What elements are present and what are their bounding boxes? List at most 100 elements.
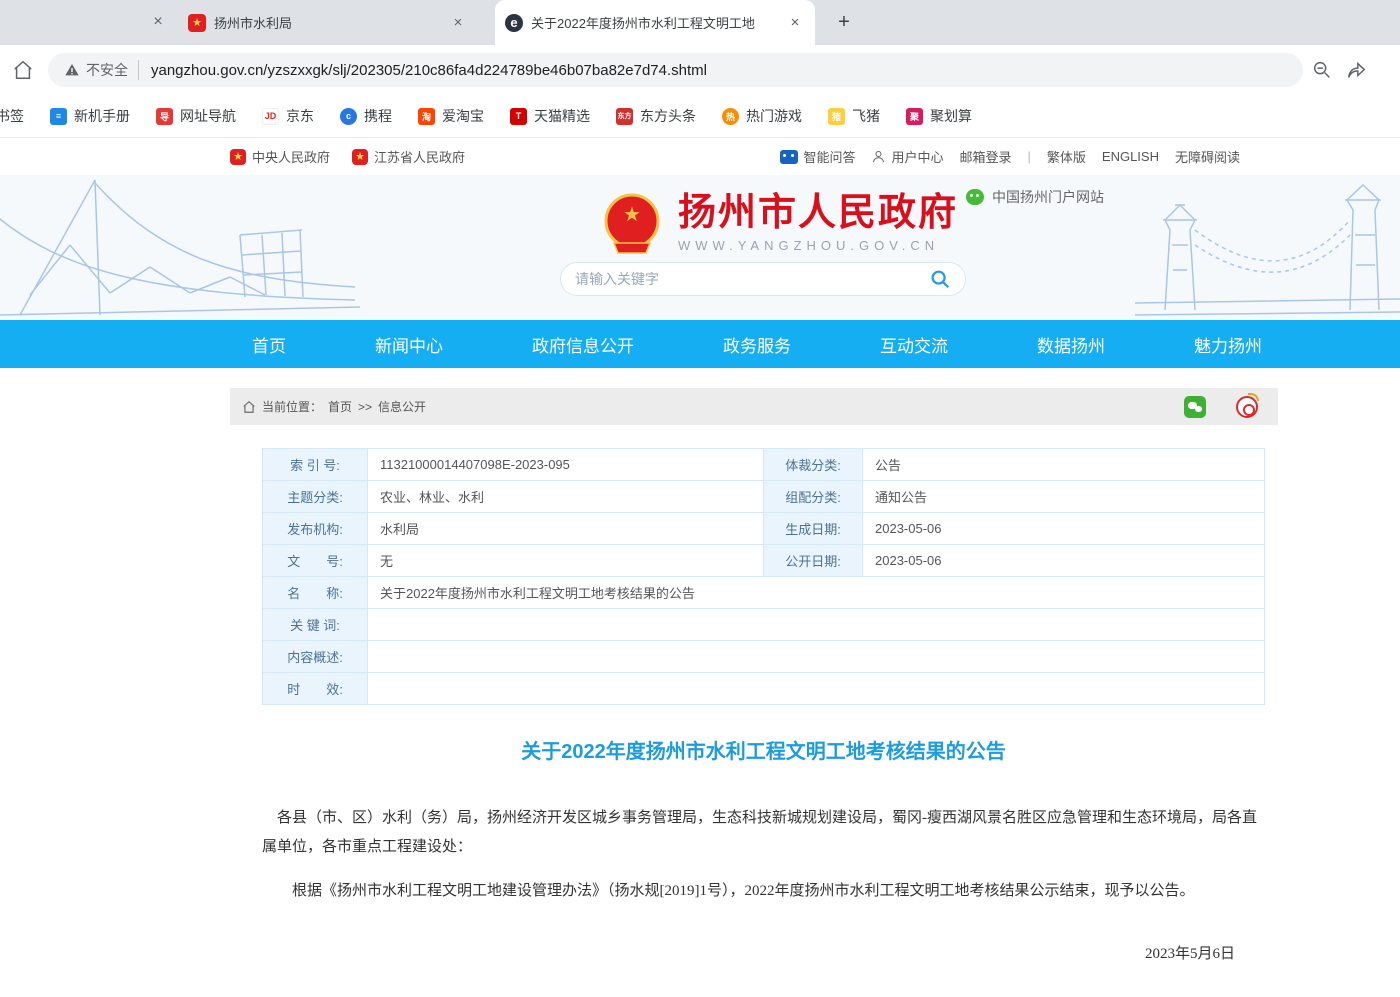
- tab-water-bureau[interactable]: ★ 扬州市水利局 ×: [178, 0, 478, 45]
- link-accessibility[interactable]: 无障碍阅读: [1175, 147, 1240, 166]
- meta-label: 文 号:: [263, 545, 368, 577]
- jd-icon: JD: [262, 108, 279, 125]
- meta-label: 体裁分类:: [764, 449, 863, 481]
- bookmark-item[interactable]: 东方 东方头条: [616, 106, 696, 126]
- article-body: 关于2022年度扬州市水利工程文明工地考核结果的公告 各县（市、区）水利（务）局…: [262, 735, 1265, 997]
- bookmark-item[interactable]: JD 京东: [262, 106, 314, 126]
- site-logo[interactable]: ★ 扬州市人民政府 WWW.YANGZHOU.GOV.CN: [600, 191, 958, 255]
- fliggy-icon: 猪: [828, 108, 845, 125]
- ctrip-icon: c: [340, 108, 357, 125]
- breadcrumb-current[interactable]: 信息公开: [378, 398, 426, 415]
- gov-emblem-icon: ★: [352, 149, 368, 165]
- tab-announcement-active[interactable]: e 关于2022年度扬州市水利工程文明工地 ×: [495, 0, 815, 45]
- article-title: 关于2022年度扬州市水利工程文明工地考核结果的公告: [262, 735, 1265, 764]
- meta-value: 无: [368, 545, 764, 577]
- nav-item-interaction[interactable]: 互动交流: [880, 332, 948, 357]
- wechat-share-icon[interactable]: [1184, 396, 1206, 418]
- site-url: WWW.YANGZHOU.GOV.CN: [678, 238, 958, 253]
- divider: |: [1028, 149, 1031, 164]
- search-input[interactable]: [575, 271, 929, 287]
- close-icon[interactable]: ×: [785, 13, 805, 33]
- close-icon[interactable]: ×: [448, 13, 468, 33]
- breadcrumb-home[interactable]: 首页: [328, 398, 352, 415]
- meta-label: 名 称:: [263, 577, 368, 609]
- portal-label: 中国扬州门户网站: [992, 187, 1104, 207]
- bookmark-label: 东方头条: [640, 106, 696, 126]
- table-row: 索 引 号: 11321000014407098E-2023-095 体裁分类:…: [263, 449, 1265, 481]
- nav-item-data[interactable]: 数据扬州: [1037, 332, 1105, 357]
- meta-value: 农业、林业、水利: [368, 481, 764, 513]
- home-icon[interactable]: [12, 59, 34, 81]
- bookmark-item[interactable]: c 携程: [340, 106, 392, 126]
- bookmark-item[interactable]: 导 网址导航: [156, 106, 236, 126]
- portal-link[interactable]: 中国扬州门户网站: [966, 187, 1104, 207]
- bookmark-label: 飞猪: [852, 106, 880, 126]
- meta-label: 关 键 词:: [263, 609, 368, 641]
- search-icon[interactable]: [929, 268, 951, 290]
- url-text[interactable]: yangzhou.gov.cn/yzszxxgk/slj/202305/210c…: [151, 62, 707, 79]
- bridge-artwork-left: [0, 175, 360, 320]
- bookmark-label: 京东: [286, 106, 314, 126]
- bookmark-item[interactable]: ≡ 新机手册: [50, 106, 130, 126]
- bookmark-label: 机书签: [0, 106, 24, 126]
- nav-item-news[interactable]: 新闻中心: [375, 332, 443, 357]
- security-status[interactable]: 不安全: [86, 60, 139, 80]
- table-row: 名 称: 关于2022年度扬州市水利工程文明工地考核结果的公告: [263, 577, 1265, 609]
- article-date: 2023年5月6日: [262, 942, 1265, 963]
- document-meta-table: 索 引 号: 11321000014407098E-2023-095 体裁分类:…: [262, 448, 1265, 705]
- link-user-center[interactable]: 用户中心: [871, 147, 943, 166]
- new-tab-button[interactable]: +: [830, 8, 858, 36]
- bookmark-label: 热门游戏: [746, 106, 802, 126]
- bookmark-label: 网址导航: [180, 106, 236, 126]
- link-central-gov[interactable]: ★ 中央人民政府: [230, 147, 330, 166]
- bookmark-item[interactable]: T 天猫精选: [510, 106, 590, 126]
- eastday-icon: 东方: [616, 108, 633, 125]
- url-omnibox[interactable]: 不安全 yangzhou.gov.cn/yzszxxgk/slj/202305/…: [48, 53, 1303, 87]
- nav-item-home[interactable]: 首页: [252, 332, 286, 357]
- nav-item-services[interactable]: 政务服务: [723, 332, 791, 357]
- link-label: 用户中心: [891, 147, 943, 166]
- nav-item-info-disclosure[interactable]: 政府信息公开: [532, 332, 634, 357]
- meta-value: 2023-05-06: [863, 545, 1265, 577]
- table-row: 文 号: 无 公开日期: 2023-05-06: [263, 545, 1265, 577]
- link-mail-login[interactable]: 邮箱登录: [959, 147, 1011, 166]
- weibo-share-icon[interactable]: [1236, 396, 1258, 418]
- article-paragraph: 各县（市、区）水利（务）局，扬州经济开发区城乡事务管理局，生态科技新城规划建设局…: [262, 804, 1265, 861]
- tab-title: 关于2022年度扬州市水利工程文明工地: [531, 13, 785, 32]
- link-label: 江苏省人民政府: [374, 147, 465, 166]
- meta-label: 主题分类:: [263, 481, 368, 513]
- nav-item-charm[interactable]: 魅力扬州: [1194, 332, 1262, 357]
- site-utility-bar: ★ 中央人民政府 ★ 江苏省人民政府 智能问答 用户中心 邮箱登录 | 繁体版 …: [0, 138, 1400, 175]
- bookmark-item[interactable]: 淘 爱淘宝: [418, 106, 484, 126]
- meta-value: 通知公告: [863, 481, 1265, 513]
- main-navigation: 首页 新闻中心 政府信息公开 政务服务 互动交流 数据扬州 魅力扬州: [0, 320, 1400, 368]
- meta-value: [368, 673, 1265, 705]
- share-icon[interactable]: [1345, 59, 1367, 81]
- table-row: 内容概述:: [263, 641, 1265, 673]
- link-jiangsu-gov[interactable]: ★ 江苏省人民政府: [352, 147, 465, 166]
- bookmark-item[interactable]: 机书签: [0, 106, 24, 126]
- link-traditional[interactable]: 繁体版: [1047, 147, 1086, 166]
- meta-value: 2023-05-06: [863, 513, 1265, 545]
- bookmark-label: 爱淘宝: [442, 106, 484, 126]
- meta-label: 组配分类:: [764, 481, 863, 513]
- table-row: 关 键 词:: [263, 609, 1265, 641]
- table-row: 发布机构: 水利局 生成日期: 2023-05-06: [263, 513, 1265, 545]
- bookmark-item[interactable]: 聚 聚划算: [906, 106, 972, 126]
- meta-label: 时 效:: [263, 673, 368, 705]
- svg-text:★: ★: [623, 204, 641, 226]
- zoom-out-icon[interactable]: [1311, 59, 1333, 81]
- breadcrumb: 当前位置： 首页 >> 信息公开: [230, 388, 1278, 425]
- meta-value: [368, 641, 1265, 673]
- link-english[interactable]: ENGLISH: [1102, 149, 1159, 164]
- bookmark-item[interactable]: 热 热门游戏: [722, 106, 802, 126]
- browser-address-bar: 不安全 yangzhou.gov.cn/yzszxxgk/slj/202305/…: [0, 45, 1400, 95]
- article-paragraph: 根据《扬州市水利工程文明工地建设管理办法》（扬水规[2019]1号），2022年…: [262, 877, 1265, 906]
- manual-icon: ≡: [50, 108, 67, 125]
- bookmark-item[interactable]: 猪 飞猪: [828, 106, 880, 126]
- close-icon[interactable]: ×: [148, 12, 168, 32]
- bookmark-label: 携程: [364, 106, 392, 126]
- breadcrumb-prefix: 当前位置：: [262, 398, 322, 415]
- national-emblem-icon: ★: [600, 191, 664, 255]
- link-smart-qa[interactable]: 智能问答: [780, 147, 855, 166]
